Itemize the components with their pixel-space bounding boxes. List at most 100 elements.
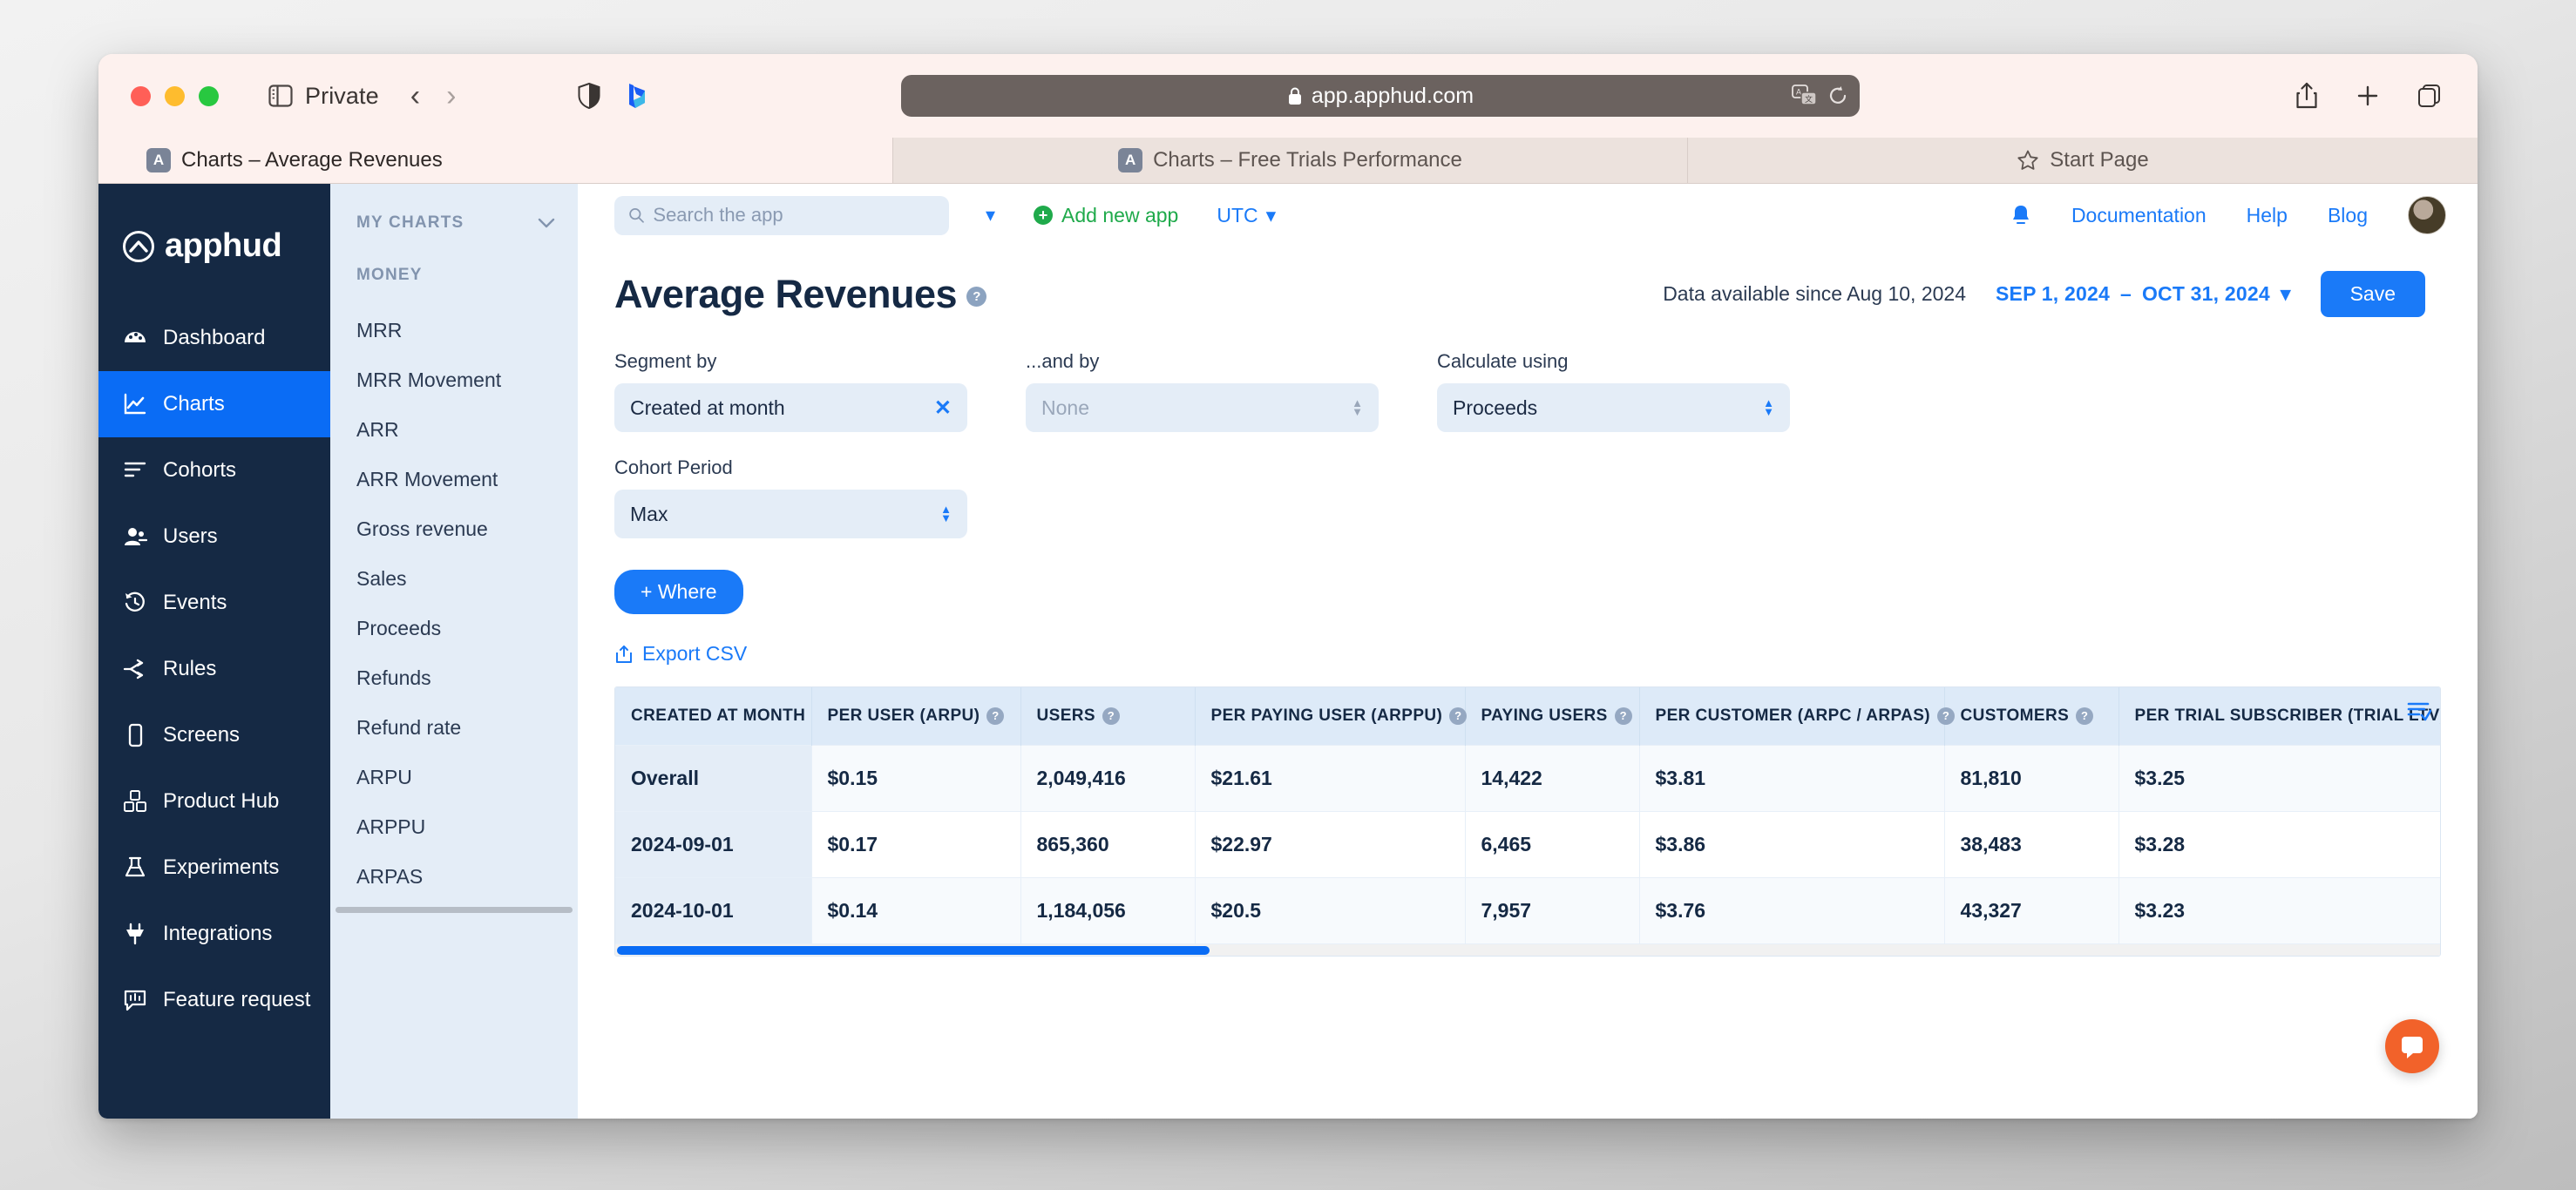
clear-segment-by-icon[interactable]: ✕: [934, 396, 952, 421]
share-icon[interactable]: [2295, 82, 2319, 110]
column-help-icon[interactable]: ?: [1937, 707, 1956, 725]
sidebar-item-rules[interactable]: Rules: [98, 636, 330, 702]
table-horizontal-scrollbar[interactable]: [615, 943, 2440, 956]
my-charts-panel: MY CHARTS MONEY MRR MRR Movement ARR ARR…: [330, 184, 578, 1119]
save-button[interactable]: Save: [2320, 271, 2425, 317]
search-input[interactable]: [653, 204, 935, 227]
calculate-using-select[interactable]: Proceeds ▲ ▼: [1437, 383, 1790, 432]
maximize-window-button[interactable]: [199, 85, 219, 106]
sidebar-item-dashboard[interactable]: Dashboard: [98, 305, 330, 371]
cell-per-user-arpu: $0.14: [811, 877, 1021, 943]
date-range-picker[interactable]: SEP 1, 2024 – OCT 31, 2024 ▾: [1996, 282, 2291, 306]
sidebar-item-experiments[interactable]: Experiments: [98, 835, 330, 901]
bing-copilot-icon[interactable]: [627, 82, 649, 110]
chevron-down-icon[interactable]: [538, 218, 555, 229]
close-window-button[interactable]: [131, 85, 151, 106]
sidebar-item-cohorts[interactable]: Cohorts: [98, 437, 330, 504]
chart-list-item-gross-revenue[interactable]: Gross revenue: [330, 504, 578, 554]
chart-list-item-proceeds[interactable]: Proceeds: [330, 604, 578, 653]
add-where-button[interactable]: + Where: [614, 570, 743, 614]
cell-per-user-arpu: $0.17: [811, 811, 1021, 878]
cohort-period-select[interactable]: Max ▲ ▼: [614, 490, 967, 538]
chart-list-item-refund-rate[interactable]: Refund rate: [330, 703, 578, 753]
sidebar-toggle-icon[interactable]: [268, 85, 293, 107]
apphud-logo[interactable]: apphud: [98, 191, 330, 305]
and-by-select[interactable]: None ▲ ▼: [1026, 383, 1379, 432]
page-title-help-icon[interactable]: ?: [966, 287, 987, 308]
stepper-icon: ▲ ▼: [1352, 396, 1363, 418]
cohort-period-group: Cohort Period Max ▲ ▼: [614, 456, 967, 538]
my-charts-header[interactable]: MY CHARTS: [330, 213, 578, 233]
chart-list-item-sales[interactable]: Sales: [330, 554, 578, 604]
tab-overview-icon[interactable]: [2417, 83, 2443, 109]
sidebar-item-feature-request[interactable]: Feature request: [98, 967, 330, 1033]
column-header-paying-users[interactable]: PAYING USERS?: [1465, 687, 1640, 746]
chart-list-item-arppu[interactable]: ARPPU: [330, 802, 578, 852]
column-help-icon[interactable]: ?: [986, 707, 1005, 725]
cell-paying-users: 6,465: [1465, 811, 1640, 878]
app-selector-chevron-icon[interactable]: ▾: [986, 204, 995, 227]
sidebar-item-label: Feature request: [163, 988, 311, 1011]
sidebar-item-users[interactable]: Users: [98, 504, 330, 570]
reload-icon[interactable]: [1828, 85, 1847, 106]
sidebar-item-product-hub[interactable]: Product Hub: [98, 768, 330, 835]
column-help-icon[interactable]: ?: [1102, 707, 1120, 725]
documentation-link[interactable]: Documentation: [2071, 204, 2207, 227]
forward-chevron-icon[interactable]: ›: [446, 81, 456, 111]
chart-list-item-arpu[interactable]: ARPU: [330, 753, 578, 802]
column-header-per-paying-user-arppu[interactable]: PER PAYING USER (ARPPU)?: [1195, 687, 1468, 746]
minimize-window-button[interactable]: [165, 85, 185, 106]
column-settings-icon[interactable]: [2407, 700, 2432, 727]
chart-list-item-mrr[interactable]: MRR: [330, 306, 578, 355]
plus-icon[interactable]: [2356, 84, 2380, 108]
cell-per-trial-subscriber: $3.25: [2118, 745, 2440, 812]
sidebar-item-screens[interactable]: Screens: [98, 702, 330, 768]
sidebar-item-events[interactable]: Events: [98, 570, 330, 636]
tab-charts-free-trials-performance[interactable]: A Charts – Free Trials Performance: [893, 138, 1688, 183]
chart-list-item-arr-movement[interactable]: ARR Movement: [330, 455, 578, 504]
sidebar-item-charts[interactable]: Charts: [98, 371, 330, 437]
notifications-bell-icon[interactable]: [2010, 204, 2031, 227]
translate-icon[interactable]: A文: [1792, 85, 1818, 107]
cohort-period-label: Cohort Period: [614, 456, 733, 478]
column-header-created-at-month[interactable]: CREATED AT MONTH: [615, 687, 812, 746]
column-header-per-user-arpu[interactable]: PER USER (ARPU)?: [811, 687, 1021, 746]
column-help-icon[interactable]: ?: [2076, 707, 2094, 725]
column-header-customers[interactable]: CUSTOMERS?: [1944, 687, 2119, 746]
chart-list-item-arr[interactable]: ARR: [330, 405, 578, 455]
back-chevron-icon[interactable]: ‹: [410, 81, 420, 111]
column-help-icon[interactable]: ?: [1614, 707, 1632, 725]
panel-scrollbar[interactable]: [336, 907, 573, 913]
table-row[interactable]: 2024-10-01 $0.14 1,184,056 $20.5 7,957 $…: [615, 877, 2440, 943]
export-csv-link[interactable]: Export CSV: [614, 642, 2478, 666]
column-header-per-trial-subscriber-trial-ltv[interactable]: PER TRIAL SUBSCRIBER (TRIAL LTV)?: [2118, 687, 2440, 746]
search-app-box[interactable]: [614, 195, 949, 235]
apphud-mark-icon: [123, 230, 154, 262]
chart-list-item-mrr-movement[interactable]: MRR Movement: [330, 355, 578, 405]
tab-bar: A Charts – Average Revenues A Charts – F…: [98, 138, 2478, 184]
page-header-row: Average Revenues? Data available since A…: [614, 271, 2478, 317]
timezone-selector[interactable]: UTC ▾: [1217, 204, 1276, 227]
tab-title: Start Page: [2050, 148, 2149, 172]
sidebar-item-integrations[interactable]: Integrations: [98, 901, 330, 967]
tab-start-page[interactable]: Start Page: [1688, 138, 2478, 183]
chart-list-item-refunds[interactable]: Refunds: [330, 653, 578, 703]
table-scrollbar-thumb[interactable]: [617, 946, 1210, 955]
table-row[interactable]: 2024-09-01 $0.17 865,360 $22.97 6,465 $3…: [615, 811, 2440, 878]
table-row[interactable]: Overall $0.15 2,049,416 $21.61 14,422 $3…: [615, 745, 2440, 812]
intercom-chat-button[interactable]: [2385, 1019, 2439, 1073]
chart-list-item-arpas[interactable]: ARPAS: [330, 852, 578, 902]
blog-link[interactable]: Blog: [2328, 204, 2368, 227]
add-new-app-button[interactable]: + Add new app: [1034, 204, 1178, 227]
help-link[interactable]: Help: [2247, 204, 2288, 227]
column-header-users[interactable]: USERS?: [1020, 687, 1196, 746]
cell-paying-users: 14,422: [1465, 745, 1640, 812]
tab-charts-average-revenues[interactable]: A Charts – Average Revenues: [98, 138, 893, 183]
column-header-per-customer-arpc-arpas[interactable]: PER CUSTOMER (ARPC / ARPAS)?: [1639, 687, 1956, 746]
column-help-icon[interactable]: ?: [1449, 707, 1468, 725]
segment-by-select[interactable]: Created at month ✕: [614, 383, 967, 432]
avatar[interactable]: [2408, 196, 2446, 234]
cell-users: 1,184,056: [1020, 877, 1196, 943]
address-bar[interactable]: app.apphud.com A文: [901, 75, 1860, 117]
privacy-shield-icon[interactable]: [578, 83, 600, 109]
